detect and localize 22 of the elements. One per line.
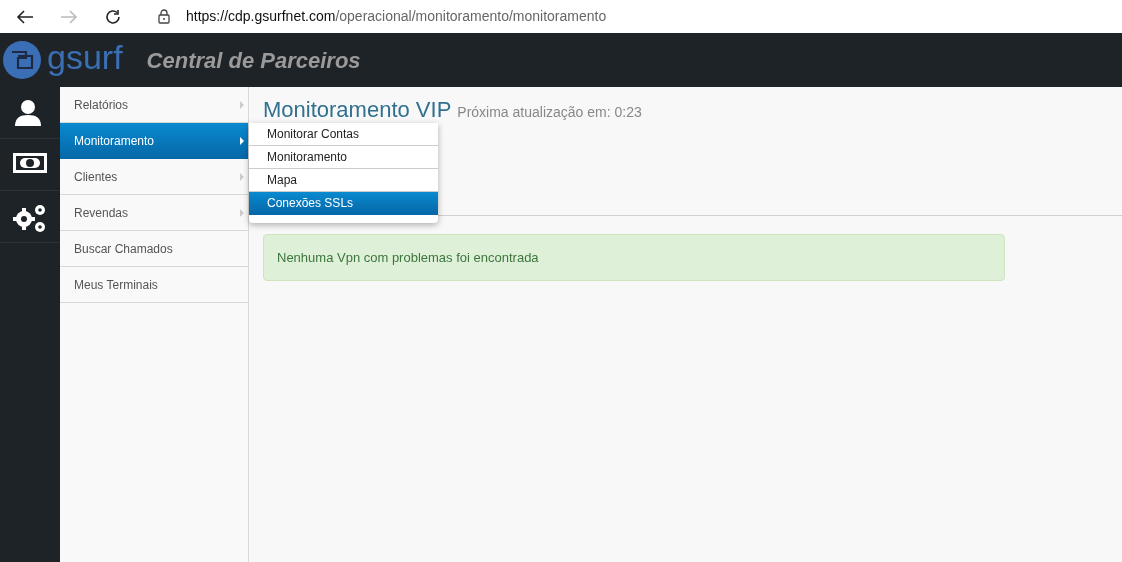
alert-message: Nenhuma Vpn com problemas foi encontrada: [263, 234, 1005, 281]
dropdown-item[interactable]: Monitorar Contas: [249, 123, 438, 146]
lock-icon: [158, 9, 170, 24]
refresh-icon[interactable]: [104, 7, 122, 26]
update-countdown: Próxima atualização em: 0:23: [457, 103, 642, 122]
menu-item[interactable]: Meus Terminais: [60, 267, 248, 303]
menu-item[interactable]: Monitoramento: [60, 123, 248, 159]
logo-icon: [2, 40, 42, 80]
caret-icon: [240, 100, 244, 109]
dropdown-item[interactable]: Conexões SSLs: [249, 192, 438, 215]
menu-item[interactable]: Clientes: [60, 159, 248, 195]
menu-item[interactable]: Revendas: [60, 195, 248, 231]
page-title: Monitoramento VIP: [263, 96, 452, 124]
dropdown-item[interactable]: Monitoramento: [249, 146, 438, 169]
url-text: https://cdp.gsurfnet.com/operacional/monitoramento/monitoramento: [186, 7, 607, 26]
caret-icon: [240, 172, 244, 181]
back-icon[interactable]: [16, 8, 34, 25]
caret-icon: [240, 136, 244, 145]
app-title: Central de Parceiros: [146, 46, 361, 75]
menu-item[interactable]: Buscar Chamados: [60, 231, 248, 267]
logo-text: gsurf: [47, 40, 123, 78]
caret-icon: [240, 208, 244, 217]
